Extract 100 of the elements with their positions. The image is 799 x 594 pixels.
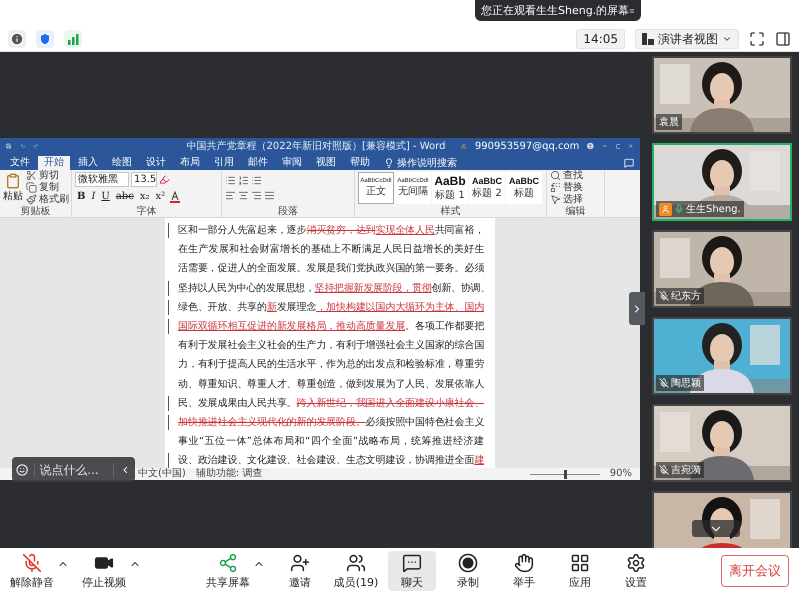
ribbon-tab[interactable]: 邮件 <box>242 156 274 170</box>
notice-text: 您正在观看生生Sheng.的屏幕 <box>481 3 630 18</box>
search-icon <box>550 170 561 182</box>
style-option[interactable]: AaBbC 标题 <box>506 172 542 204</box>
toolbar-button[interactable]: 设置 <box>612 551 660 591</box>
align-right-icon <box>251 190 262 201</box>
participant-name: 纪东方 <box>656 288 704 304</box>
style-option[interactable]: AaBb 标题 1 <box>432 172 468 204</box>
users-icon <box>346 552 366 572</box>
save-icon[interactable] <box>6 141 12 152</box>
toolbar-button[interactable]: 录制 <box>444 551 492 591</box>
fullscreen-icon[interactable] <box>749 31 765 47</box>
maximize-icon[interactable] <box>616 142 620 151</box>
toolbar-button[interactable]: 举手 <box>500 551 548 591</box>
scissors-icon <box>26 170 37 182</box>
document-line: 民、发展成果由人民共享。跨入新世纪，我国进入全面建设小康社会、 <box>168 394 484 413</box>
language-status: 中文(中国) <box>138 468 186 480</box>
scroll-down-button[interactable] <box>692 520 740 537</box>
signal-icon[interactable] <box>67 33 79 45</box>
font-name-field[interactable]: 微软雅黑 <box>75 172 129 188</box>
hand-icon <box>514 552 534 572</box>
info-icon[interactable] <box>10 32 24 46</box>
group-label: 编辑 <box>566 206 586 217</box>
emoji-icon[interactable] <box>16 462 28 478</box>
participant-name: 袁晨 <box>656 114 682 130</box>
ribbon-tab[interactable]: 设计 <box>140 156 172 170</box>
document-line: 区和一部分人先富起来，逐步消灭贫穷，达到实现全体人民共同富裕， <box>168 221 484 240</box>
numbering-icon <box>238 174 249 186</box>
document-line: 国际双循环相互促进的新发展格局，推动高质量发展。各项工作都要把 <box>168 316 484 336</box>
ribbon-tab[interactable]: 绘图 <box>106 156 138 170</box>
toolbar-button[interactable]: 聊天 <box>388 551 436 591</box>
font-size-field[interactable]: 13.5 <box>131 172 157 188</box>
collapse-handle[interactable] <box>629 292 645 325</box>
zoom-thumb[interactable] <box>564 470 567 478</box>
document-line: 坚持以人民为中心的发展思想，坚持把握新发展阶段，贯彻创新、协调、 <box>168 278 484 298</box>
zoom-level: 90% <box>610 468 632 480</box>
clear-format-icon <box>159 174 170 186</box>
window-title: 中国共产党章程（2022年新旧对照版）[兼容模式] - Word <box>186 140 446 154</box>
settings-icon <box>626 552 646 572</box>
chat-icon <box>402 552 422 572</box>
style-option[interactable]: AaBbC 标题 2 <box>469 172 505 204</box>
add-user-icon <box>290 552 310 572</box>
copy-icon <box>26 182 37 194</box>
ribbon-tab[interactable]: 帮助 <box>344 156 376 170</box>
toolbar-button[interactable]: 成员(19) <box>332 551 380 591</box>
justify-icon <box>264 190 275 201</box>
leave-meeting-button[interactable]: 离开会议 <box>721 555 789 587</box>
ribbon-tab[interactable]: 引用 <box>208 156 240 170</box>
toolbar-button[interactable]: 应用 <box>556 551 604 591</box>
format-button[interactable]: I <box>89 190 98 204</box>
toolbar-button[interactable]: 邀请 <box>276 551 324 591</box>
ribbon-tab[interactable]: 开始 <box>38 156 70 170</box>
chat-input[interactable]: 说点什么... <box>34 462 114 476</box>
ribbon-tab[interactable]: 视图 <box>310 156 342 170</box>
view-menu[interactable]: 演讲者视图 <box>635 29 739 49</box>
tell-me-search[interactable]: 操作说明搜索 <box>384 156 457 170</box>
toolbar-button[interactable]: 停止视频 <box>80 551 128 591</box>
ribbon-tab[interactable]: 布局 <box>174 156 206 170</box>
group-label: 段落 <box>278 206 298 217</box>
ribbon-tab[interactable]: 审阅 <box>276 156 308 170</box>
document-line: 绿色、开放、共享的新发展理念，加快构建以国内大循环为主体、国内 <box>168 298 484 317</box>
toolbar-button[interactable]: 解除静音 <box>8 551 56 591</box>
participant-name: 吉宛漪 <box>656 462 704 478</box>
warning-icon <box>461 141 467 152</box>
editing-command[interactable]: 查找 <box>550 170 583 182</box>
clipboard-command[interactable]: 格式刷 <box>26 194 69 206</box>
align-left-icon <box>225 190 236 201</box>
format-button[interactable]: abc <box>114 190 136 204</box>
lightbulb-icon <box>384 158 394 168</box>
editing-command[interactable]: 替换 <box>550 182 583 194</box>
align-center-icon <box>238 190 249 201</box>
format-button[interactable]: x₂ <box>138 190 152 204</box>
toolbar-button[interactable]: 共享屏幕 <box>204 551 252 591</box>
editing-command[interactable]: 选择 <box>550 194 583 206</box>
replace-icon <box>550 182 561 194</box>
brush-icon <box>26 194 37 206</box>
apps-icon <box>570 552 590 572</box>
account-name: 990953597@qq.com <box>474 140 580 152</box>
share-screen-icon <box>218 552 238 572</box>
document-line: 加快推进社会主义现代化的新的发展阶段。必须按照中国特色社会主义 <box>168 412 484 432</box>
clipboard-icon <box>5 172 21 189</box>
format-button[interactable]: x² <box>153 190 168 204</box>
clipboard-command[interactable]: 复制 <box>26 182 69 194</box>
format-button[interactable]: B <box>75 190 88 204</box>
comment-icon[interactable] <box>624 158 634 168</box>
pointer-icon <box>550 194 561 206</box>
layout-icon <box>642 33 654 45</box>
format-button[interactable]: U <box>99 190 112 204</box>
clipboard-command[interactable]: 剪切 <box>26 170 69 182</box>
ribbon-tab[interactable]: 插入 <box>72 156 104 170</box>
group-label: 剪贴板 <box>20 206 50 217</box>
ribbon-tab[interactable]: 文件 <box>4 156 36 170</box>
avatar[interactable] <box>587 140 594 152</box>
sidebar-toggle-icon[interactable] <box>775 31 791 47</box>
meeting-time: 14:05 <box>576 29 625 49</box>
paste-button[interactable]: 粘贴 <box>3 172 23 203</box>
mic-muted-icon <box>22 552 42 572</box>
participant-name: 生生Sheng. <box>656 201 744 217</box>
shield-icon[interactable] <box>38 32 52 46</box>
font-color-icon[interactable] <box>169 190 182 203</box>
